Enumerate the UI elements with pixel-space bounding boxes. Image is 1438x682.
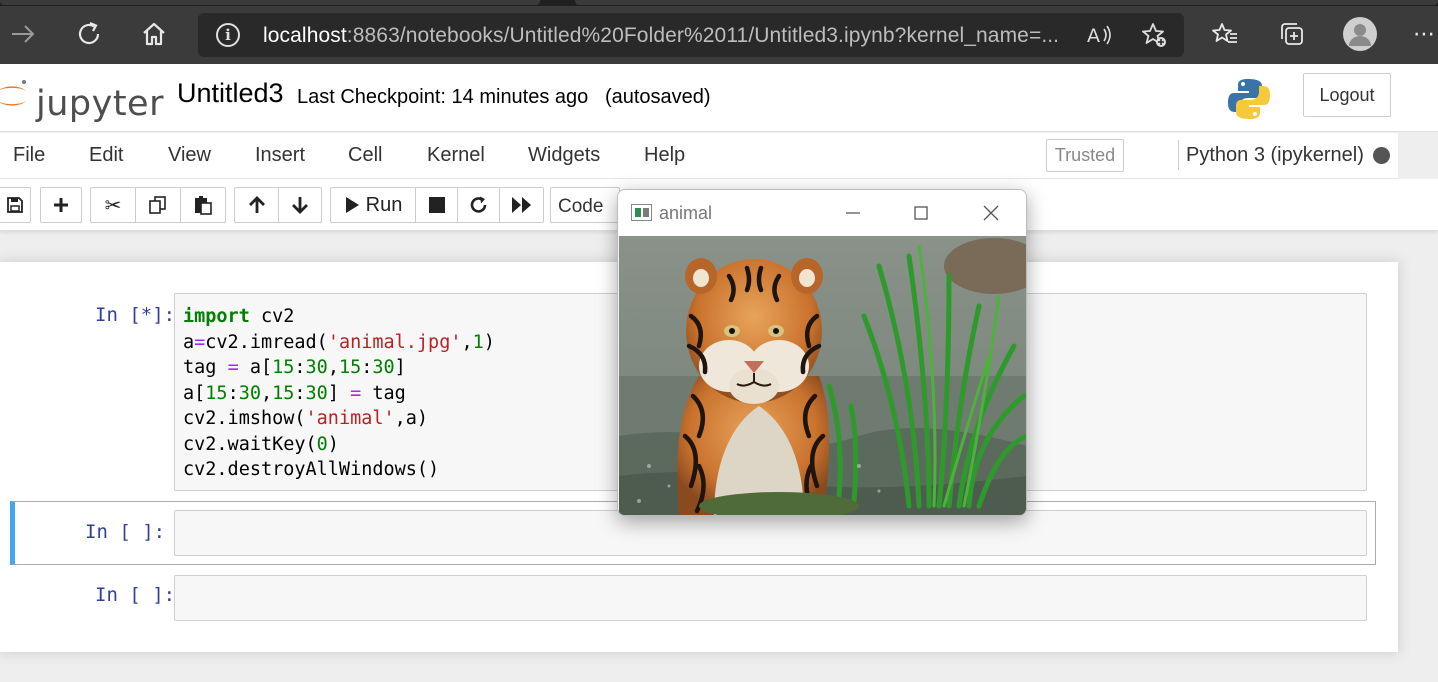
close-button[interactable]	[968, 198, 1014, 228]
restart-run-all-button[interactable]	[500, 188, 543, 222]
run-button[interactable]: Run	[331, 188, 416, 222]
move-up-button[interactable]	[235, 188, 279, 222]
notebook-title[interactable]: Untitled3	[177, 78, 284, 109]
minimize-icon	[846, 212, 860, 214]
code-line: import cv2	[183, 306, 295, 327]
move-group	[234, 187, 322, 223]
run-group: Run	[330, 187, 544, 223]
home-icon[interactable]	[134, 14, 174, 54]
save-button[interactable]	[0, 188, 30, 222]
window-title: animal	[659, 203, 713, 223]
maximize-icon	[914, 206, 928, 220]
jupyter-wordmark: jupyter	[36, 84, 164, 124]
code-line: a=cv2.imread('animal.jpg',1)	[183, 331, 495, 353]
autosave-status: (autosaved)	[604, 86, 711, 108]
window-titlebar[interactable]: animal	[618, 190, 1026, 236]
move-down-button[interactable]	[279, 188, 321, 222]
info-icon[interactable]: i	[216, 23, 240, 47]
refresh-icon[interactable]	[69, 14, 109, 54]
code-line: cv2.destroyAllWindows()	[183, 459, 440, 480]
kernel-name: Python 3 (ipykernel)	[1186, 144, 1364, 166]
menu-cell[interactable]: Cell	[348, 144, 382, 167]
close-icon	[983, 205, 999, 221]
code-editor[interactable]	[174, 575, 1367, 621]
cut-button[interactable]: ✂	[91, 188, 136, 222]
tiger-photo	[619, 236, 1026, 515]
logout-button[interactable]: Logout	[1303, 73, 1391, 117]
restart-button[interactable]	[458, 188, 500, 222]
scissors-icon: ✂	[104, 193, 122, 217]
cell-type-select[interactable]: Code	[550, 187, 620, 223]
read-aloud-icon[interactable]: A	[1080, 15, 1120, 55]
checkpoint-status: Last Checkpoint: 14 minutes ago (autosav…	[297, 86, 711, 109]
cell-prompt: In [ ]:	[95, 584, 176, 606]
checkpoint-text: Last Checkpoint: 14 minutes ago	[297, 86, 589, 108]
paste-icon	[195, 196, 212, 215]
minimize-button[interactable]	[830, 198, 876, 228]
code-line: cv2.waitKey(0)	[183, 433, 339, 455]
arrow-down-icon	[292, 197, 308, 214]
jupyter-logo[interactable]: jupyter	[0, 76, 163, 124]
collections-icon[interactable]	[1272, 14, 1312, 54]
browser-toolbar: i localhost:8863/notebooks/Untitled%20Fo…	[0, 0, 1438, 64]
svg-text:A: A	[1087, 25, 1100, 47]
kernel-busy-indicator	[1373, 147, 1390, 164]
window-app-icon	[631, 204, 652, 221]
browser-tab[interactable]	[0, 0, 540, 5]
menu-widgets[interactable]: Widgets	[528, 144, 600, 167]
maximize-button[interactable]	[898, 198, 944, 228]
python-logo-icon	[1228, 79, 1270, 119]
menubar: File Edit View Insert Cell Kernel Widget…	[0, 133, 1398, 179]
code-line: tag = a[15:30,15:30]	[183, 357, 406, 378]
menu-insert[interactable]: Insert	[255, 144, 305, 167]
browser-tab[interactable]	[575, 0, 1438, 5]
more-icon[interactable]: ⋯	[1410, 14, 1438, 54]
cell-prompt: In [ ]:	[85, 521, 166, 543]
copy-icon	[149, 196, 166, 214]
cell-prompt: In [*]:	[95, 304, 176, 326]
forward-icon[interactable]	[3, 14, 43, 54]
menu-edit[interactable]: Edit	[89, 144, 123, 167]
play-icon	[345, 197, 359, 213]
menu-view[interactable]: View	[168, 144, 211, 167]
profile-icon[interactable]	[1340, 14, 1380, 54]
interrupt-button[interactable]	[416, 188, 458, 222]
fast-forward-icon	[511, 197, 531, 213]
save-icon	[6, 197, 23, 213]
plus-icon	[54, 198, 68, 212]
insert-group	[40, 187, 82, 223]
add-favorite-icon[interactable]	[1134, 15, 1174, 55]
paste-button[interactable]	[181, 188, 225, 222]
edit-group: ✂	[90, 187, 226, 223]
menu-file[interactable]: File	[13, 144, 45, 167]
favorites-icon[interactable]	[1205, 14, 1245, 54]
trusted-indicator[interactable]: Trusted	[1046, 139, 1124, 172]
stop-icon	[428, 197, 445, 213]
image-window[interactable]: animal	[617, 189, 1027, 516]
run-label: Run	[365, 193, 403, 216]
code-line: cv2.imshow('animal',a)	[183, 408, 429, 429]
kernel-divider	[1178, 140, 1179, 170]
code-editor[interactable]	[174, 510, 1367, 556]
save-group	[0, 187, 31, 223]
code-line: a[15:30,15:30] = tag	[183, 382, 406, 404]
notebook-header: jupyter Untitled3 Last Checkpoint: 14 mi…	[0, 64, 1438, 132]
arrow-up-icon	[248, 196, 265, 213]
jupyter-logo-icon	[0, 80, 26, 106]
tiger-image	[619, 236, 1026, 515]
url-text: localhost:8863/notebooks/Untitled%20Fold…	[263, 24, 1060, 47]
menu-help[interactable]: Help	[644, 144, 685, 167]
code-text: import cv2 a=cv2.imread('animal.jpg',1) ta…	[183, 304, 495, 483]
insert-cell-button[interactable]	[41, 188, 81, 222]
address-bar[interactable]: i localhost:8863/notebooks/Untitled%20Fo…	[198, 13, 1184, 57]
copy-button[interactable]	[136, 188, 181, 222]
restart-icon	[470, 196, 486, 213]
menu-kernel[interactable]: Kernel	[427, 144, 485, 167]
